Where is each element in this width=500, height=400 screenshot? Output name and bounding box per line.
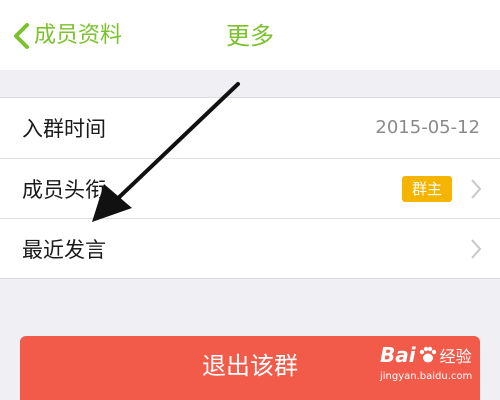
navigation-bar: 成员资料 更多	[0, 0, 500, 70]
recent-messages-row[interactable]: 最近发言	[0, 218, 500, 278]
exit-group-button[interactable]: 退出该群	[20, 336, 480, 400]
chevron-right-icon	[471, 239, 482, 259]
member-title-row[interactable]: 成员头衔 群主	[0, 158, 500, 218]
owner-badge: 群主	[401, 176, 452, 202]
member-title-label: 成员头衔	[22, 177, 106, 202]
join-time-row: 入群时间 2015-05-12	[0, 98, 500, 158]
settings-list: 入群时间 2015-05-12 成员头衔 群主 最近发言	[0, 97, 500, 279]
recent-messages-label: 最近发言	[22, 237, 106, 262]
back-label: 成员资料	[34, 23, 123, 48]
chevron-left-icon	[14, 23, 29, 49]
back-button[interactable]: 成员资料	[12, 16, 122, 56]
join-time-value: 2015-05-12	[375, 117, 480, 138]
join-time-label: 入群时间	[22, 117, 106, 141]
chevron-right-icon	[471, 179, 482, 199]
page-title: 更多	[226, 22, 274, 50]
